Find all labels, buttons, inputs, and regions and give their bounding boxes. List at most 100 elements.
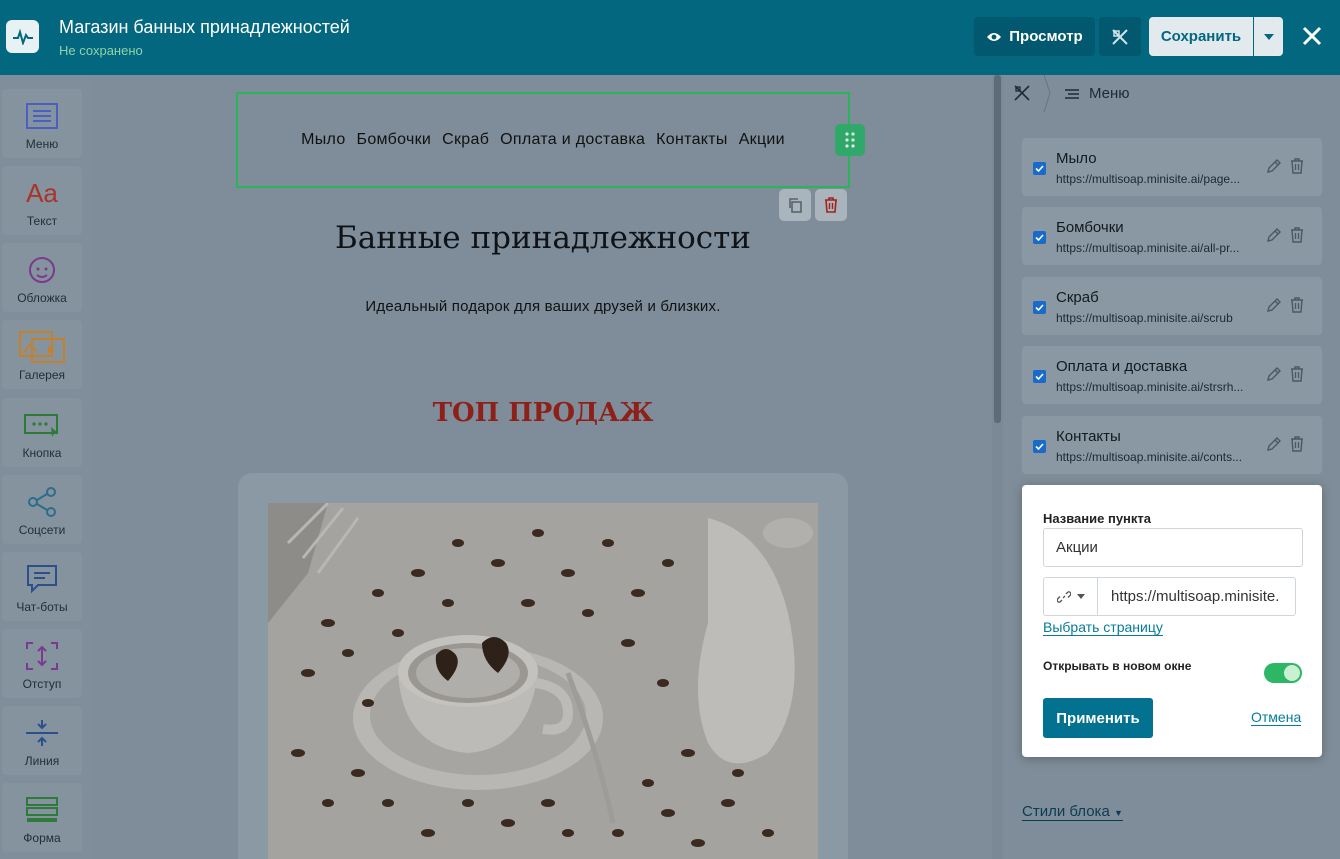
block-styles-link[interactable]: Стили блока ▼	[1022, 803, 1123, 821]
link-icon	[1056, 590, 1071, 603]
apply-button[interactable]: Применить	[1043, 698, 1153, 738]
trash-icon[interactable]	[1290, 436, 1304, 452]
tool-line[interactable]: Линия	[2, 706, 82, 775]
caret-down-icon	[1076, 594, 1085, 599]
text-icon: Aa	[26, 177, 58, 208]
drag-dots-icon	[845, 132, 855, 148]
menu-item-url: https://multisoap.minisite.ai/strsrh...	[1056, 380, 1244, 394]
cover-icon	[27, 251, 57, 289]
tool-button[interactable]: Кнопка	[2, 398, 82, 467]
menu-item-row[interactable]: Оплата и доставка https://multisoap.mini…	[1022, 346, 1322, 404]
preview-button[interactable]: Просмотр	[974, 17, 1095, 56]
canvas-scrollbar-thumb[interactable]	[994, 75, 1001, 423]
new-window-toggle[interactable]	[1264, 663, 1302, 683]
tool-label: Галерея	[18, 368, 66, 382]
line-icon	[25, 714, 59, 752]
chat-icon	[26, 560, 58, 598]
item-visible-checkbox[interactable]	[1033, 231, 1046, 244]
cancel-link[interactable]: Отмена	[1251, 709, 1302, 726]
tool-form[interactable]: Форма	[2, 783, 82, 852]
menu-item-name: Контакты	[1056, 428, 1121, 445]
save-dropdown-button[interactable]	[1254, 17, 1283, 56]
close-button[interactable]	[1298, 22, 1326, 50]
page-title: Магазин банных принадлежностей	[59, 17, 350, 37]
menu-item-row[interactable]: Скраб https://multisoap.minisite.ai/scru…	[1022, 277, 1322, 335]
tool-menu[interactable]: Меню	[2, 89, 82, 158]
tool-chatbots[interactable]: Чат-боты	[2, 552, 82, 621]
panel-header	[1003, 75, 1340, 112]
new-window-label: Открывать в новом окне	[1043, 659, 1192, 673]
save-status: Не сохранено	[59, 43, 143, 58]
menu-item-row[interactable]: Бомбочки https://multisoap.minisite.ai/a…	[1022, 207, 1322, 265]
menu-block[interactable]: Мыло Бомбочки Скраб Оплата и доставка Ко…	[236, 92, 850, 188]
tool-cover[interactable]: Обложка	[2, 243, 82, 312]
menu-item-name: Бомбочки	[1056, 219, 1124, 236]
item-visible-checkbox[interactable]	[1033, 370, 1046, 383]
pencil-icon[interactable]	[1266, 436, 1282, 452]
nav-link[interactable]: Мыло	[301, 131, 345, 149]
form-icon	[26, 791, 58, 829]
delete-block-button[interactable]	[815, 189, 847, 221]
tool-label: Соцсети	[18, 523, 66, 537]
tool-label: Чат-боты	[16, 600, 68, 614]
trash-icon[interactable]	[1290, 158, 1304, 174]
nav-link[interactable]: Акции	[739, 131, 785, 149]
menu-item-row[interactable]: Контакты https://multisoap.minisite.ai/c…	[1022, 416, 1322, 474]
breadcrumb-current: Меню	[1089, 85, 1130, 102]
toggle-knob	[1284, 665, 1300, 681]
spacing-icon	[25, 637, 59, 675]
trash-icon[interactable]	[1290, 297, 1304, 313]
preview-label: Просмотр	[1009, 28, 1083, 45]
button-icon	[24, 406, 60, 444]
tool-text[interactable]: Aa Текст	[2, 166, 82, 235]
trash-icon[interactable]	[1290, 366, 1304, 382]
item-visible-checkbox[interactable]	[1033, 162, 1046, 175]
close-icon	[1302, 26, 1322, 46]
tools-icon	[1112, 28, 1128, 45]
item-url-input[interactable]: https://multisoap.minisite.	[1097, 577, 1296, 616]
page-heading[interactable]: Банные принадлежности	[236, 220, 850, 256]
tool-label: Текст	[26, 214, 58, 228]
nav-link[interactable]: Бомбочки	[357, 131, 432, 149]
item-visible-checkbox[interactable]	[1033, 440, 1046, 453]
menu-item-name: Скраб	[1056, 289, 1099, 306]
pencil-icon[interactable]	[1266, 297, 1282, 313]
pencil-icon[interactable]	[1266, 158, 1282, 174]
menu-item-url: https://multisoap.minisite.ai/conts...	[1056, 450, 1243, 464]
nav-link[interactable]: Контакты	[656, 131, 728, 149]
menu-icon	[1065, 89, 1079, 99]
section-title[interactable]: ТОП ПРОДАЖ	[236, 398, 850, 428]
item-name-input[interactable]: Акции	[1043, 528, 1303, 567]
tool-gallery[interactable]: Галерея	[2, 320, 82, 389]
tool-social[interactable]: Соцсети	[2, 475, 82, 544]
duplicate-block-button[interactable]	[779, 189, 811, 221]
trash-icon[interactable]	[1290, 227, 1304, 243]
drag-handle[interactable]	[835, 124, 865, 156]
page-subheading[interactable]: Идеальный подарок для ваших друзей и бли…	[236, 298, 850, 315]
tool-label: Кнопка	[22, 446, 62, 460]
menu-item-row[interactable]: Мыло https://multisoap.minisite.ai/page.…	[1022, 138, 1322, 196]
nav-link[interactable]: Оплата и доставка	[500, 131, 645, 149]
choose-page-link[interactable]: Выбрать страницу	[1043, 619, 1163, 636]
tool-spacing[interactable]: Отступ	[2, 629, 82, 698]
tool-label: Обложка	[17, 291, 67, 305]
nav-link[interactable]: Скраб	[442, 131, 489, 149]
link-type-select[interactable]	[1043, 577, 1098, 616]
app-logo-icon[interactable]	[6, 20, 39, 53]
product-photo[interactable]	[268, 503, 818, 859]
breadcrumb-separator-icon	[1043, 75, 1051, 112]
tools-icon[interactable]	[1013, 84, 1031, 102]
tool-label: Меню	[25, 137, 59, 151]
design-tools-button[interactable]	[1099, 17, 1141, 56]
pencil-icon[interactable]	[1266, 227, 1282, 243]
menu-item-name: Мыло	[1056, 150, 1097, 167]
trash-icon	[825, 197, 837, 213]
menu-item-url: https://multisoap.minisite.ai/scrub	[1056, 311, 1233, 325]
save-button[interactable]: Сохранить	[1149, 17, 1253, 56]
tool-label: Форма	[23, 831, 61, 845]
pencil-icon[interactable]	[1266, 366, 1282, 382]
tool-label: Отступ	[22, 677, 62, 691]
item-visible-checkbox[interactable]	[1033, 301, 1046, 314]
menu-item-url: https://multisoap.minisite.ai/all-pr...	[1056, 241, 1240, 255]
menu-item-url: https://multisoap.minisite.ai/page...	[1056, 172, 1241, 186]
